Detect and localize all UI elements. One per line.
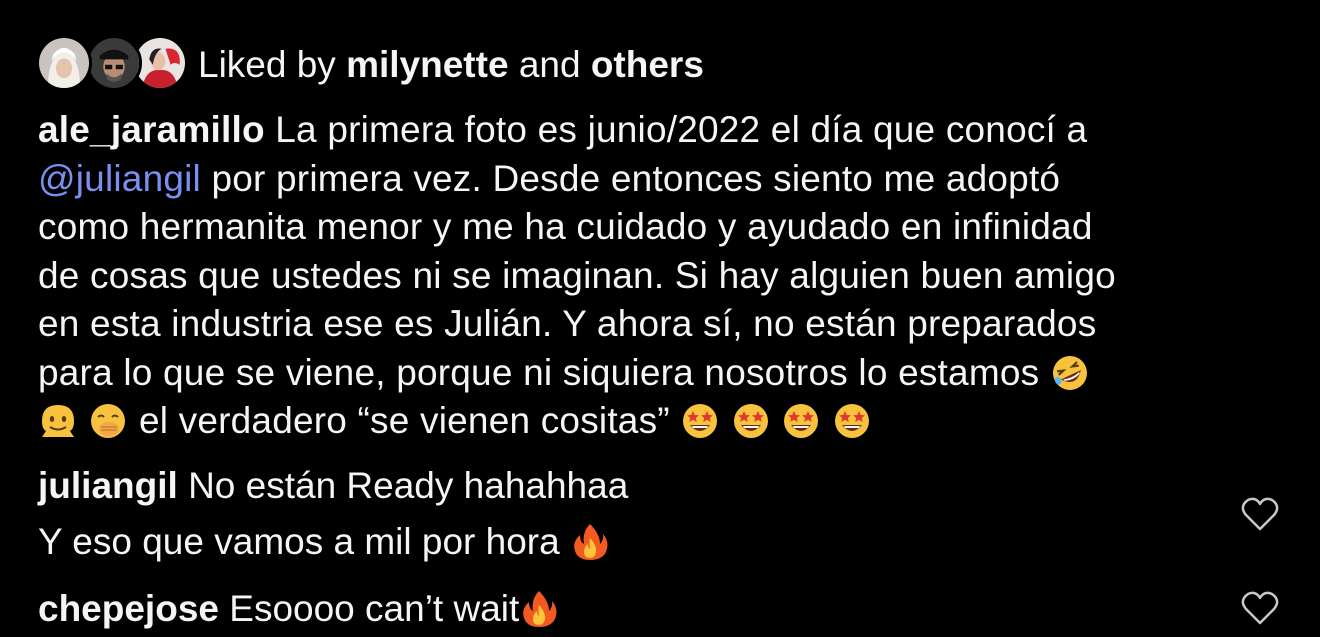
avatar[interactable]: [86, 35, 142, 91]
mention-link[interactable]: @juliangil: [38, 158, 201, 199]
heart-icon: [1241, 497, 1279, 531]
comment-username-link[interactable]: juliangil: [38, 465, 178, 506]
caption-text-line: para lo que se viene, porque ni siquiera…: [38, 351, 1040, 393]
comment-text: Y eso que vamos a mil por hora: [38, 521, 560, 562]
caption-text-line: el verdadero “se vienen cositas”: [138, 400, 670, 441]
like-comment-button[interactable]: [1240, 590, 1280, 626]
caption-text-line: de cosas que ustedes ni se imaginan. Si …: [38, 254, 1116, 296]
liked-by-prefix: Liked by: [198, 44, 336, 85]
rofl-emoji: [1050, 353, 1090, 393]
liked-by-others-link[interactable]: others: [591, 44, 704, 85]
like-comment-button[interactable]: [1240, 496, 1280, 532]
liked-by-text: Liked by milynette and others: [198, 34, 704, 96]
comment-text: No están Ready hahahhaa: [188, 465, 629, 506]
caption-text-line: como hermanita menor y me ha cuidado y a…: [38, 206, 1093, 247]
heart-icon: [1241, 591, 1279, 625]
liker-avatars[interactable]: [36, 34, 188, 96]
liked-by-user-link[interactable]: milynette: [346, 44, 508, 85]
star-struck-emoji: [680, 401, 720, 441]
melting-face-emoji: [38, 401, 78, 441]
comment-username-link[interactable]: chepejose: [38, 588, 219, 629]
caption-text-line: por primera vez. Desde entonces siento m…: [211, 157, 1061, 199]
comment-item: chepejose Esoooo can’t wait: [38, 581, 559, 637]
star-struck-emoji: [731, 401, 771, 441]
post-caption: ale_jaramillo La primera foto es junio/2…: [38, 106, 1288, 446]
avatar[interactable]: [36, 35, 92, 91]
caption-text-line: La primera foto es junio/2022 el día que…: [275, 109, 1088, 150]
caption-username-link[interactable]: ale_jaramillo: [38, 109, 265, 150]
liked-by-row[interactable]: Liked by milynette and others: [36, 34, 704, 96]
comment-item: juliangil No están Ready hahahhaa Y eso …: [38, 458, 628, 570]
hand-over-mouth-emoji: [88, 401, 128, 441]
star-struck-emoji: [832, 401, 872, 441]
comment-text: Esoooo can’t wait: [229, 588, 520, 629]
star-struck-emoji: [781, 401, 821, 441]
fire-emoji: [519, 589, 559, 629]
fire-emoji: [570, 522, 610, 562]
caption-text-line: en esta industria ese es Julián. Y ahora…: [38, 303, 1097, 344]
liked-by-joiner: and: [518, 44, 581, 85]
